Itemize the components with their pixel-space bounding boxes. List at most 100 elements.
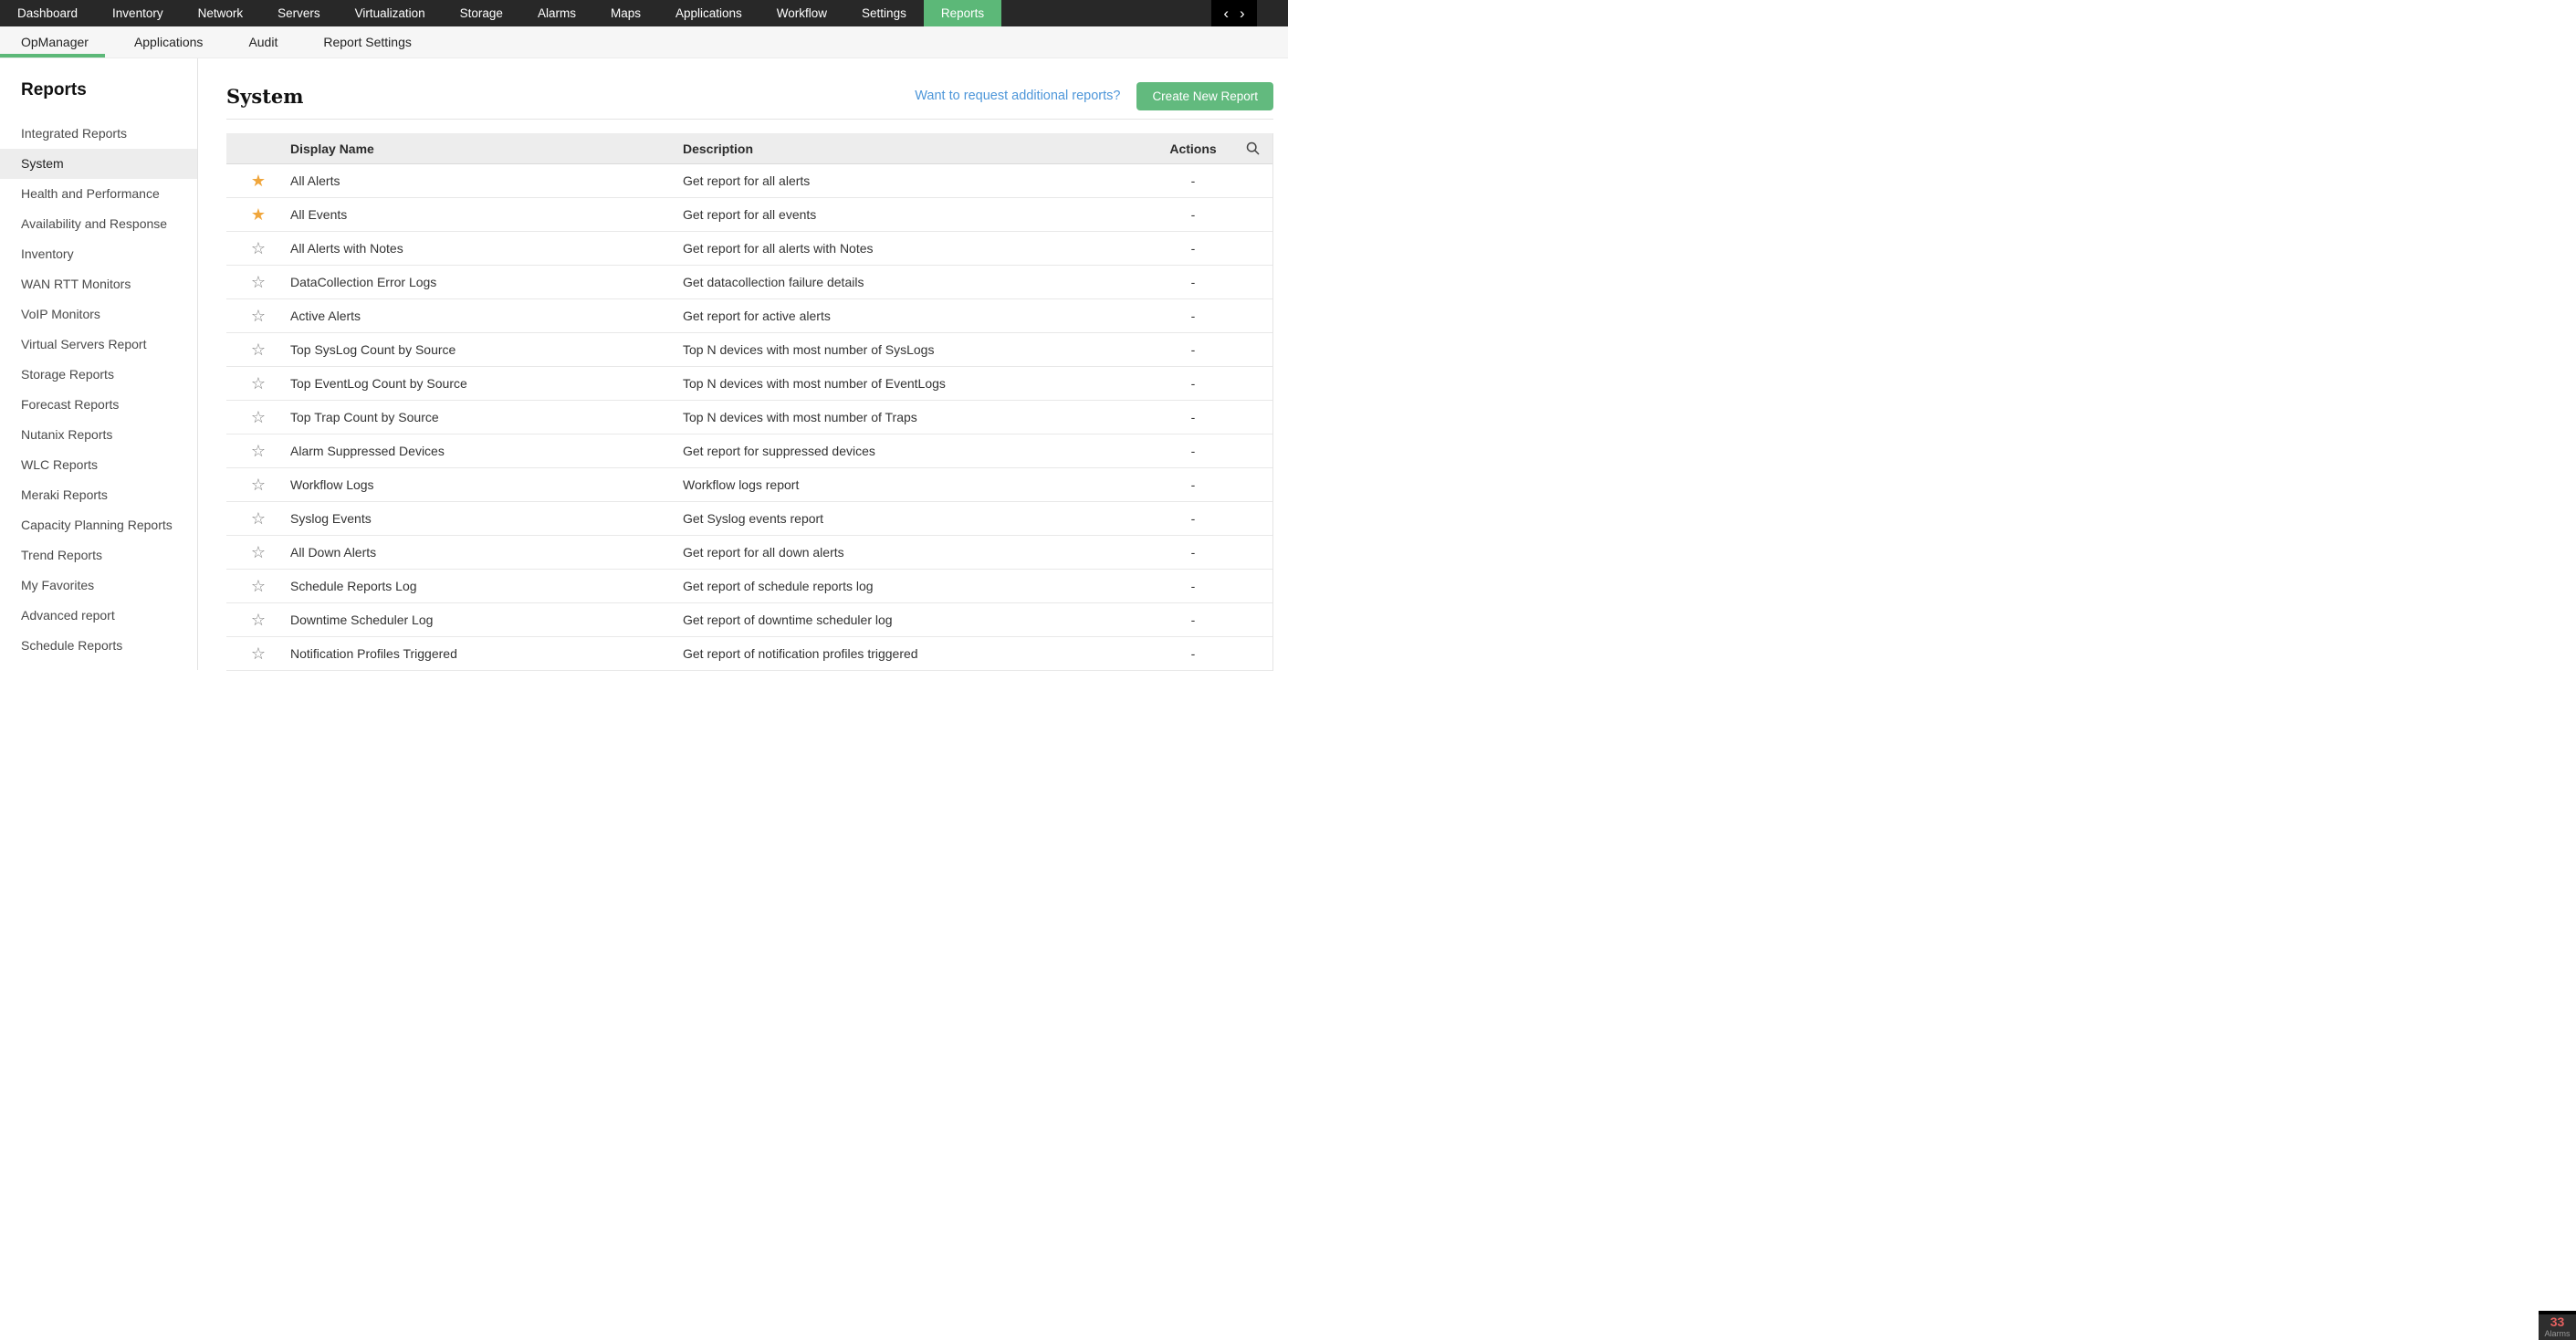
report-name[interactable]: Syslog Events: [290, 511, 683, 526]
nav-item-virtualization[interactable]: Virtualization: [338, 0, 443, 26]
table-row-all-alerts[interactable]: ★All AlertsGet report for all alerts-: [226, 164, 1272, 198]
favorite-star-outline-icon[interactable]: ☆: [226, 341, 290, 358]
top-nav-items: DashboardInventoryNetworkServersVirtuali…: [0, 0, 1001, 26]
sidebar-item-storage-reports[interactable]: Storage Reports: [0, 360, 197, 390]
tab-audit[interactable]: Audit: [248, 35, 277, 49]
alarms-widget[interactable]: 33 Alarms: [2539, 1311, 2576, 1340]
table-row-top-trap-count-by-source[interactable]: ☆Top Trap Count by SourceTop N devices w…: [226, 401, 1272, 434]
report-actions: -: [1152, 444, 1234, 458]
sidebar-item-my-favorites[interactable]: My Favorites: [0, 571, 197, 601]
sidebar-item-system[interactable]: System: [0, 149, 197, 179]
favorite-star-outline-icon[interactable]: ☆: [226, 645, 290, 662]
report-name[interactable]: Downtime Scheduler Log: [290, 612, 683, 627]
nav-item-reports[interactable]: Reports: [924, 0, 1001, 26]
sidebar-item-meraki-reports[interactable]: Meraki Reports: [0, 480, 197, 510]
display-name-column-header: Display Name: [290, 141, 683, 156]
header-actions: Want to request additional reports? Crea…: [915, 82, 1273, 110]
nav-item-maps[interactable]: Maps: [593, 0, 658, 26]
favorite-star-outline-icon[interactable]: ☆: [226, 274, 290, 290]
sidebar-item-nutanix-reports[interactable]: Nutanix Reports: [0, 420, 197, 450]
table-row-syslog-events[interactable]: ☆Syslog EventsGet Syslog events report-: [226, 502, 1272, 536]
table-row-downtime-scheduler-log[interactable]: ☆Downtime Scheduler LogGet report of dow…: [226, 603, 1272, 637]
table-row-schedule-reports-log[interactable]: ☆Schedule Reports LogGet report of sched…: [226, 570, 1272, 603]
table-row-alarm-suppressed-devices[interactable]: ☆Alarm Suppressed DevicesGet report for …: [226, 434, 1272, 468]
favorite-star-outline-icon[interactable]: ☆: [226, 544, 290, 560]
page-body: Reports Integrated ReportsSystemHealth a…: [0, 58, 1288, 670]
report-name[interactable]: Top Trap Count by Source: [290, 410, 683, 424]
sidebar-item-trend-reports[interactable]: Trend Reports: [0, 540, 197, 571]
sidebar-item-capacity-planning-reports[interactable]: Capacity Planning Reports: [0, 510, 197, 540]
report-description: Get report of schedule reports log: [683, 579, 1152, 593]
sidebar-item-forecast-reports[interactable]: Forecast Reports: [0, 390, 197, 420]
tab-applications[interactable]: Applications: [134, 35, 204, 49]
sidebar-item-advanced-report[interactable]: Advanced report: [0, 601, 197, 631]
favorite-star-outline-icon[interactable]: ☆: [226, 443, 290, 459]
report-name[interactable]: Schedule Reports Log: [290, 579, 683, 593]
report-actions: -: [1152, 646, 1234, 661]
favorite-star-outline-icon[interactable]: ☆: [226, 409, 290, 425]
sidebar-item-virtual-servers-report[interactable]: Virtual Servers Report: [0, 330, 197, 360]
table-row-all-alerts-with-notes[interactable]: ☆All Alerts with NotesGet report for all…: [226, 232, 1272, 266]
create-new-report-button[interactable]: Create New Report: [1136, 82, 1273, 110]
favorite-star-outline-icon[interactable]: ☆: [226, 612, 290, 628]
table-search-button[interactable]: [1234, 141, 1272, 155]
favorite-star-outline-icon[interactable]: ☆: [226, 510, 290, 527]
report-description: Top N devices with most number of EventL…: [683, 376, 1152, 391]
sidebar-item-voip-monitors[interactable]: VoIP Monitors: [0, 299, 197, 330]
report-name[interactable]: Top SysLog Count by Source: [290, 342, 683, 357]
sidebar-item-integrated-reports[interactable]: Integrated Reports: [0, 119, 197, 149]
report-name[interactable]: Alarm Suppressed Devices: [290, 444, 683, 458]
sidebar-item-wlc-reports[interactable]: WLC Reports: [0, 450, 197, 480]
report-actions: -: [1152, 241, 1234, 256]
report-name[interactable]: Active Alerts: [290, 309, 683, 323]
table-row-top-eventlog-count-by-source[interactable]: ☆Top EventLog Count by SourceTop N devic…: [226, 367, 1272, 401]
table-row-all-down-alerts[interactable]: ☆All Down AlertsGet report for all down …: [226, 536, 1272, 570]
nav-item-dashboard[interactable]: Dashboard: [0, 0, 95, 26]
content-header: System Want to request additional report…: [226, 82, 1273, 110]
table-row-workflow-logs[interactable]: ☆Workflow LogsWorkflow logs report-: [226, 468, 1272, 502]
favorite-star-outline-icon[interactable]: ☆: [226, 308, 290, 324]
favorite-star-filled-icon[interactable]: ★: [226, 206, 290, 223]
request-reports-link[interactable]: Want to request additional reports?: [915, 89, 1120, 103]
favorite-star-filled-icon[interactable]: ★: [226, 173, 290, 189]
sidebar-item-inventory[interactable]: Inventory: [0, 239, 197, 269]
sidebar-item-wan-rtt-monitors[interactable]: WAN RTT Monitors: [0, 269, 197, 299]
favorite-star-outline-icon[interactable]: ☆: [226, 240, 290, 256]
nav-item-storage[interactable]: Storage: [443, 0, 520, 26]
tab-opmanager[interactable]: OpManager: [21, 35, 89, 49]
sidebar-item-schedule-reports[interactable]: Schedule Reports: [0, 631, 197, 661]
report-name[interactable]: DataCollection Error Logs: [290, 275, 683, 289]
report-name[interactable]: All Alerts: [290, 173, 683, 188]
nav-scroll-right-icon[interactable]: ›: [1240, 5, 1245, 21]
report-actions: -: [1152, 275, 1234, 289]
report-actions: -: [1152, 579, 1234, 593]
nav-item-alarms[interactable]: Alarms: [520, 0, 593, 26]
nav-item-applications[interactable]: Applications: [658, 0, 759, 26]
favorite-star-outline-icon[interactable]: ☆: [226, 578, 290, 594]
nav-item-workflow[interactable]: Workflow: [759, 0, 844, 26]
nav-item-inventory[interactable]: Inventory: [95, 0, 181, 26]
table-row-active-alerts[interactable]: ☆Active AlertsGet report for active aler…: [226, 299, 1272, 333]
report-name[interactable]: Workflow Logs: [290, 477, 683, 492]
report-actions: -: [1152, 207, 1234, 222]
sidebar-item-availability-and-response[interactable]: Availability and Response: [0, 209, 197, 239]
nav-scroll-left-icon[interactable]: ‹: [1223, 5, 1229, 21]
report-name[interactable]: All Down Alerts: [290, 545, 683, 560]
sidebar-item-health-and-performance[interactable]: Health and Performance: [0, 179, 197, 209]
search-icon: [1246, 141, 1260, 155]
table-row-datacollection-error-logs[interactable]: ☆DataCollection Error LogsGet datacollec…: [226, 266, 1272, 299]
nav-item-servers[interactable]: Servers: [260, 0, 338, 26]
table-row-notification-profiles-triggered[interactable]: ☆Notification Profiles TriggeredGet repo…: [226, 637, 1272, 671]
report-name[interactable]: Top EventLog Count by Source: [290, 376, 683, 391]
tab-report-settings[interactable]: Report Settings: [323, 35, 412, 49]
report-actions: -: [1152, 376, 1234, 391]
nav-item-network[interactable]: Network: [181, 0, 261, 26]
nav-item-settings[interactable]: Settings: [844, 0, 924, 26]
report-name[interactable]: Notification Profiles Triggered: [290, 646, 683, 661]
report-name[interactable]: All Alerts with Notes: [290, 241, 683, 256]
table-row-top-syslog-count-by-source[interactable]: ☆Top SysLog Count by SourceTop N devices…: [226, 333, 1272, 367]
favorite-star-outline-icon[interactable]: ☆: [226, 375, 290, 392]
report-name[interactable]: All Events: [290, 207, 683, 222]
table-row-all-events[interactable]: ★All EventsGet report for all events-: [226, 198, 1272, 232]
favorite-star-outline-icon[interactable]: ☆: [226, 476, 290, 493]
